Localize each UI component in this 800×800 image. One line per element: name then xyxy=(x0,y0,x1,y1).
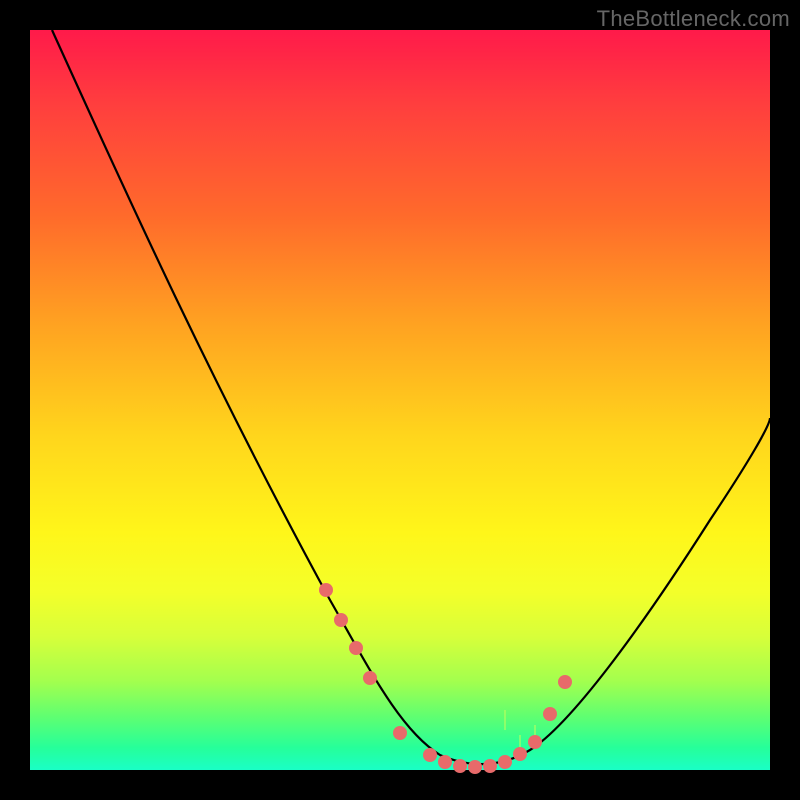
chart-svg xyxy=(30,30,770,770)
chart-frame: TheBottleneck.com xyxy=(0,0,800,800)
watermark-text: TheBottleneck.com xyxy=(597,6,790,32)
plot-area xyxy=(30,30,770,770)
highlight-dots xyxy=(319,583,572,774)
bottleneck-curve xyxy=(52,30,770,764)
